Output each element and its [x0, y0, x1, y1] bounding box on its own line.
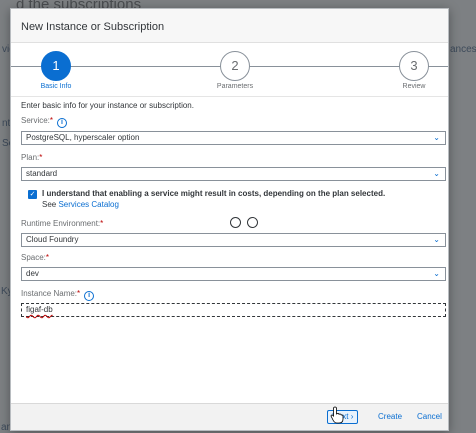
space-label: Space:* [21, 253, 49, 262]
wizard-step-2[interactable]: 2 [220, 51, 250, 81]
plan-label-text: Plan: [21, 153, 40, 162]
runtime-label-text: Runtime Environment: [21, 219, 101, 228]
info-icon[interactable]: i [57, 118, 68, 128]
runtime-value: Cloud Foundry [26, 235, 79, 244]
form-intro: Enter basic info for your instance or su… [21, 101, 194, 110]
dialog-footer: Next › Create Cancel [11, 403, 448, 430]
background-text: ances, [450, 44, 476, 55]
space-select[interactable]: dev ⌄ [21, 267, 446, 281]
wizard-step-1-label: Basic Info [40, 83, 72, 90]
required-marker: * [77, 289, 81, 298]
service-value: PostgreSQL, hyperscaler option [26, 133, 140, 142]
wizard-step-3-label: Review [402, 83, 426, 90]
service-select[interactable]: PostgreSQL, hyperscaler option ⌄ [21, 131, 446, 145]
wizard-progress: 1 Basic Info 2 Parameters 3 Review [11, 43, 448, 97]
cost-consent-text: I understand that enabling a service mig… [42, 189, 386, 198]
wizard-step-2-label: Parameters [216, 83, 254, 90]
dialog-header: New Instance or Subscription [11, 9, 448, 43]
hand-cursor-icon [330, 406, 344, 424]
space-label-text: Space: [21, 253, 46, 262]
chevron-down-icon[interactable]: ⌄ [433, 269, 440, 279]
services-catalog-hint: See Services Catalog [42, 200, 119, 209]
instance-name-label: Instance Name:* i [21, 289, 95, 301]
plan-label: Plan:* [21, 153, 42, 162]
service-label-text: Service: [21, 116, 50, 125]
chevron-down-icon[interactable]: ⌄ [433, 133, 440, 143]
busy-indicator-dot [230, 217, 241, 228]
cost-consent-checkbox[interactable]: ✓ [28, 190, 37, 199]
runtime-label: Runtime Environment:* [21, 219, 103, 228]
runtime-select[interactable]: Cloud Foundry ⌄ [21, 233, 446, 247]
required-marker: * [49, 116, 54, 125]
instance-name-value: figaf-db [26, 305, 53, 314]
see-prefix: See [42, 200, 57, 209]
instance-name-input[interactable]: figaf-db [21, 303, 446, 317]
services-catalog-link[interactable]: Services Catalog [58, 200, 118, 209]
info-icon[interactable]: i [84, 291, 95, 301]
new-instance-dialog: New Instance or Subscription 1 Basic Inf… [10, 8, 449, 431]
chevron-down-icon[interactable]: ⌄ [433, 235, 440, 245]
plan-select[interactable]: standard ⌄ [21, 167, 446, 181]
wizard-step-1[interactable]: 1 [41, 51, 71, 81]
required-marker: * [100, 219, 104, 228]
wizard-step-3[interactable]: 3 [399, 51, 429, 81]
chevron-right-icon: › [350, 412, 354, 421]
busy-indicator-dot [247, 217, 258, 228]
service-label: Service:* i [21, 116, 68, 128]
dialog-title: New Instance or Subscription [21, 21, 165, 33]
chevron-down-icon[interactable]: ⌄ [433, 169, 440, 179]
space-value: dev [26, 269, 39, 278]
instance-name-label-text: Instance Name: [21, 289, 78, 298]
required-marker: * [45, 253, 50, 262]
plan-value: standard [26, 169, 58, 178]
cancel-button[interactable]: Cancel [412, 410, 447, 424]
required-marker: * [39, 153, 43, 162]
create-button[interactable]: Create [373, 410, 407, 424]
